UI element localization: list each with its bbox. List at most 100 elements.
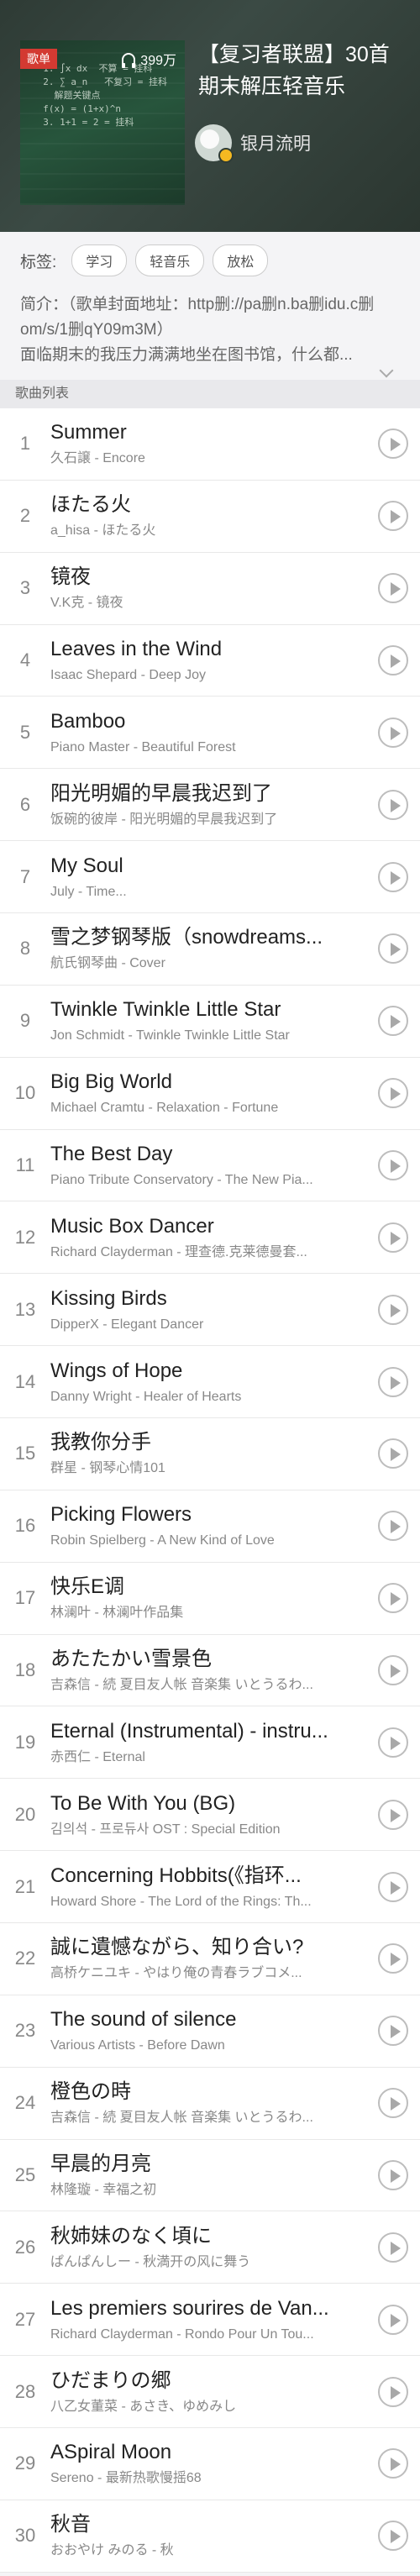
song-title: To Be With You (BG) (50, 1791, 236, 1815)
playlist-description[interactable]: 简介：（歌单封面地址：http删://pa删n.ba删idu.c删om/s/1删… (20, 292, 400, 368)
play-circle-icon[interactable] (378, 1078, 408, 1109)
song-row[interactable]: 28 ひだまりの郷 八乙女董菜 - あさき、ゆめみし (0, 2356, 420, 2429)
song-row[interactable]: 6 阳光明媚的早晨我迟到了 饭碗的彼岸 - 阳光明媚的早晨我迟到了 (0, 769, 420, 842)
song-index: 29 (14, 2452, 36, 2474)
song-artist-album: 吉森信 - 続 夏目友人帐 音楽集 いとうるわ... (50, 2111, 313, 2126)
play-circle-icon[interactable] (378, 717, 408, 748)
song-index: 8 (19, 938, 31, 959)
song-artist-album: 航氏钢琴曲 - Cover (50, 956, 165, 971)
song-info: あたたかい雪景色 吉森信 - 続 夏目友人帐 音楽集 いとうるわ... (50, 1646, 378, 1695)
play-circle-icon[interactable] (378, 933, 408, 965)
play-circle-icon[interactable] (378, 1511, 408, 1542)
song-info: Kissing Birds DipperX - Elegant Dancer (50, 1285, 378, 1334)
song-row[interactable]: 23 The sound of silence Various Artists - … (0, 1995, 420, 2068)
play-circle-icon[interactable] (378, 1655, 408, 1686)
song-row[interactable]: 29 ASpiral Moon Sereno - 最新热歌慢摇68 (0, 2428, 420, 2500)
creator-name[interactable]: 银月流明 (240, 130, 311, 155)
play-circle-icon[interactable] (378, 1943, 408, 1974)
song-title: Leaves in the Wind (50, 638, 223, 660)
song-artist-album: 林澜叶 - 林澜叶作品集 (50, 1606, 184, 1621)
song-info: Bamboo Piano Master - Beautiful Forest (50, 708, 378, 757)
play-circle-icon[interactable] (378, 1871, 408, 1902)
tags-label: 标签: (20, 253, 57, 271)
play-circle-icon[interactable] (378, 2521, 408, 2552)
song-row[interactable]: 10 Big Big World Michael Cramtu - Relaxati… (0, 1058, 420, 1130)
song-row[interactable]: 21 Concerning Hobbits(《指环... Howard Shore … (0, 1851, 420, 1924)
song-artist-album: July - Time... (50, 884, 127, 899)
play-circle-icon[interactable] (378, 1583, 408, 1614)
song-info: The Best Day Piano Tribute Conservatory -… (50, 1141, 378, 1190)
play-circle-icon[interactable] (378, 1222, 408, 1253)
play-circle-icon[interactable] (378, 573, 408, 604)
song-info: Les premiers sourires de Van... Richard C… (50, 2295, 378, 2344)
song-row[interactable]: 20 To Be With You (BG) 김의석 - 프로듀사 OST : Sp… (0, 1779, 420, 1852)
song-row[interactable]: 8 雪之梦钢琴版（snowdreams... 航氏钢琴曲 - Cover (0, 913, 420, 986)
song-artist-album: 久石譲 - Encore (50, 451, 145, 466)
song-row[interactable]: 30 秋音 おおやけ みのる - 秋 (0, 2500, 420, 2573)
play-circle-icon[interactable] (378, 2016, 408, 2047)
song-row[interactable]: 24 橙色の時 吉森信 - 続 夏目友人帐 音楽集 いとうるわ... (0, 2068, 420, 2140)
song-index: 20 (14, 1803, 36, 1825)
song-info: ASpiral Moon Sereno - 最新热歌慢摇68 (50, 2439, 378, 2488)
tag-pill[interactable]: 学习 (71, 244, 128, 276)
song-row[interactable]: 1 Summer 久石譲 - Encore (0, 408, 420, 481)
song-info: 秋音 おおやけ みのる - 秋 (50, 2511, 378, 2560)
play-circle-icon[interactable] (378, 1366, 408, 1397)
play-circle-icon[interactable] (378, 1799, 408, 1830)
song-row[interactable]: 11 The Best Day Piano Tribute Conservatory… (0, 1130, 420, 1202)
song-index: 16 (14, 1515, 36, 1537)
song-row[interactable]: 12 Music Box Dancer Richard Clayderman - 理… (0, 1201, 420, 1275)
chevron-down-icon (379, 363, 394, 378)
play-circle-icon[interactable] (378, 645, 408, 676)
song-title: Twinkle Twinkle Little Star (50, 998, 281, 1022)
headphone-icon (122, 53, 136, 68)
play-circle-icon[interactable] (378, 2376, 408, 2407)
play-circle-icon[interactable] (378, 2088, 408, 2119)
creator[interactable]: 银月流明 (195, 124, 311, 163)
song-index: 13 (14, 1298, 36, 1320)
play-circle-icon[interactable] (378, 501, 408, 532)
play-circle-icon[interactable] (378, 789, 408, 820)
song-row[interactable]: 17 快乐E调 林澜叶 - 林澜叶作品集 (0, 1563, 420, 1635)
play-circle-icon[interactable] (378, 1727, 408, 1758)
play-circle-icon[interactable] (378, 2304, 408, 2335)
song-row[interactable]: 14 Wings of Hope Danny Wright - Healer of … (0, 1346, 420, 1419)
tag-pill[interactable]: 放松 (213, 244, 269, 276)
song-row[interactable]: 18 あたたかい雪景色 吉森信 - 続 夏目友人帐 音楽集 いとうるわ... (0, 1635, 420, 1707)
play-circle-icon[interactable] (378, 2448, 408, 2479)
song-info: To Be With You (BG) 김의석 - 프로듀사 OST : Spec… (50, 1790, 378, 1839)
song-index: 15 (14, 1443, 36, 1464)
song-title: Kissing Birds (50, 1286, 167, 1310)
song-row[interactable]: 2 ほたる火 a_hisa - ほたる火 (0, 481, 420, 553)
song-artist-album: V.K克 - 镜夜 (50, 596, 123, 611)
tag-pill[interactable]: 轻音乐 (135, 244, 205, 276)
playlist-cover[interactable]: 1. ∫x dx 不算 = 挂科 2. ∑ a_n 不复习 = 挂科 解题关键点… (20, 40, 185, 205)
song-row[interactable]: 7 My Soul July - Time... (0, 841, 420, 914)
play-circle-icon[interactable] (378, 1438, 408, 1469)
avatar[interactable] (195, 124, 234, 163)
play-circle-icon[interactable] (378, 1294, 408, 1325)
song-info: 秋姉妹のなく頃に ぱんぱんしー - 秋満开の风に舞う (50, 2223, 378, 2272)
song-info: 誠に遺憾ながら、知り合い? 高桥ケニユキ - やはり俺の青春ラブコメ... (50, 1934, 378, 1983)
song-row[interactable]: 15 我教你分手 群星 - 钢琴心情101 (0, 1418, 420, 1490)
song-row[interactable]: 16 Picking Flowers Robin Spielberg - A New… (0, 1490, 420, 1563)
song-row[interactable]: 22 誠に遺憾ながら、知り合い? 高桥ケニユキ - やはり俺の青春ラブコメ... (0, 1923, 420, 1995)
song-row[interactable]: 13 Kissing Birds DipperX - Elegant Dancer (0, 1274, 420, 1347)
play-circle-icon[interactable] (378, 2232, 408, 2263)
song-row[interactable]: 4 Leaves in the Wind Isaac Shepard - Deep … (0, 625, 420, 697)
song-row[interactable]: 25 早晨的月亮 林隆璇 - 幸福之初 (0, 2140, 420, 2212)
song-artist-album: Various Artists - Before Dawn (50, 2038, 225, 2053)
play-circle-icon[interactable] (378, 1006, 408, 1037)
song-row[interactable]: 5 Bamboo Piano Master - Beautiful Forest (0, 697, 420, 770)
play-circle-icon[interactable] (378, 1150, 408, 1181)
play-circle-icon[interactable] (378, 2160, 408, 2191)
play-circle-icon[interactable] (378, 861, 408, 892)
play-circle-icon[interactable] (378, 428, 408, 460)
song-row[interactable]: 19 Eternal (Instrumental) - instru... 赤西仁 … (0, 1706, 420, 1780)
song-row[interactable]: 3 镜夜 V.K克 - 镜夜 (0, 553, 420, 625)
song-row[interactable]: 27 Les premiers sourires de Van... Richard… (0, 2284, 420, 2357)
song-artist-album: Richard Clayderman - Rondo Pour Un Tou..… (50, 2326, 314, 2342)
song-row[interactable]: 9 Twinkle Twinkle Little Star Jon Schmidt … (0, 986, 420, 1058)
song-artist-album: a_hisa - ほたる火 (50, 523, 156, 539)
song-row[interactable]: 26 秋姉妹のなく頃に ぱんぱんしー - 秋満开の风に舞う (0, 2211, 420, 2284)
